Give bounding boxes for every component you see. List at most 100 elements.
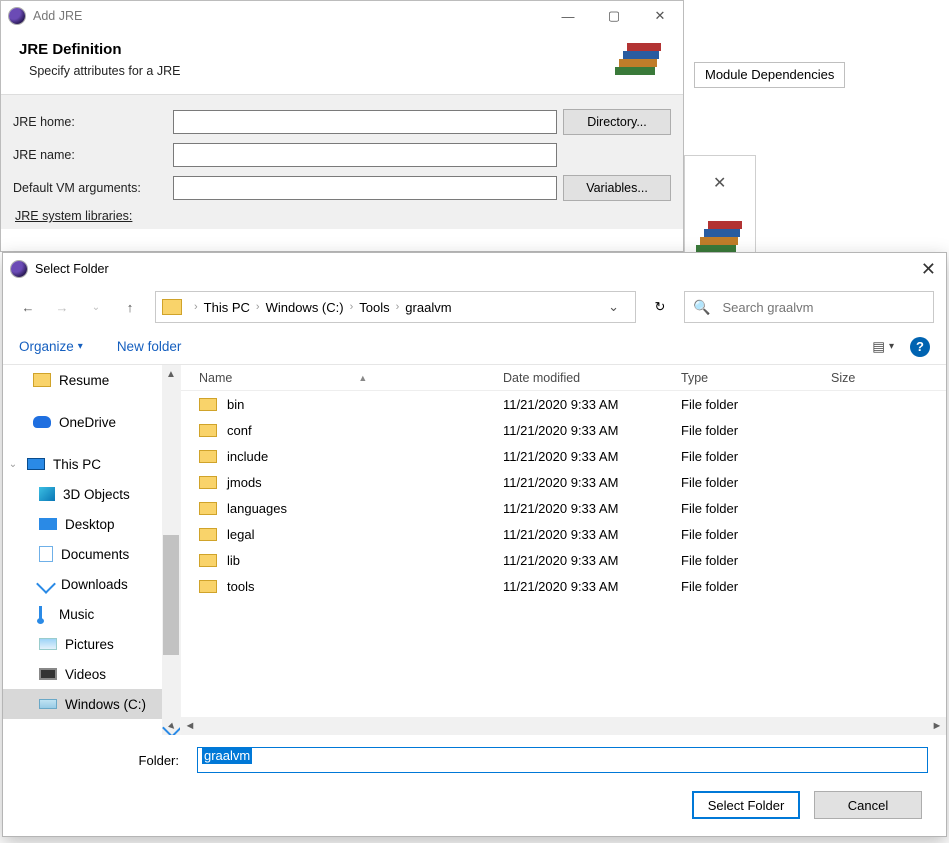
folder-icon	[199, 528, 217, 541]
scroll-right-button[interactable]: ►	[928, 720, 946, 732]
folder-name-value: graalvm	[202, 747, 252, 764]
books-icon	[609, 37, 669, 84]
sort-asc-icon: ▲	[358, 373, 367, 383]
select-folder-button[interactable]: Select Folder	[692, 791, 800, 819]
variables-button[interactable]: Variables...	[563, 175, 671, 201]
file-name: lib	[227, 553, 240, 568]
folder-icon	[199, 580, 217, 593]
file-name: conf	[227, 423, 252, 438]
tree-node-label: Windows (C:)	[65, 697, 146, 712]
refresh-button[interactable]: ↻	[644, 291, 676, 323]
tree-node[interactable]: ⌄ This PC	[3, 449, 180, 479]
maximize-button[interactable]: ▢	[591, 1, 637, 31]
horizontal-scrollbar[interactable]: ◄ ►	[181, 717, 946, 735]
directory-button[interactable]: Directory...	[563, 109, 671, 135]
recent-dropdown[interactable]: ⌄	[83, 294, 109, 320]
tree-node[interactable]: Downloads	[3, 569, 180, 599]
input-vm-args[interactable]	[173, 176, 557, 200]
titlebar[interactable]: Select Folder ✕	[3, 253, 946, 285]
file-row[interactable]: conf11/21/2020 9:33 AMFile folder	[181, 417, 946, 443]
column-headers[interactable]: Name ▲ Date modified Type Size	[181, 365, 946, 391]
input-jre-home[interactable]	[173, 110, 557, 134]
view-icon: ▤	[872, 339, 885, 355]
search-box[interactable]: 🔍	[684, 291, 934, 323]
crumb[interactable]: Tools	[359, 300, 389, 315]
folder-icon	[199, 502, 217, 515]
folder-name-input[interactable]: graalvm	[197, 747, 928, 773]
tree-node[interactable]: Pictures	[3, 629, 180, 659]
chevron-down-icon[interactable]: ⌄	[598, 299, 629, 315]
label-vm-args: Default VM arguments:	[13, 181, 173, 195]
close-button[interactable]: ✕	[921, 259, 936, 280]
down-icon	[36, 574, 56, 594]
help-button[interactable]: ?	[910, 337, 930, 357]
close-button[interactable]: ✕	[637, 1, 683, 31]
tree-node[interactable]: OneDrive	[3, 407, 180, 437]
banner-subtitle: Specify attributes for a JRE	[19, 64, 180, 78]
chevron-down-icon[interactable]: ⌄	[7, 459, 19, 470]
file-name: languages	[227, 501, 287, 516]
chevron-down-icon: ▾	[889, 341, 894, 352]
organize-menu[interactable]: Organize ▾	[19, 339, 83, 354]
banner: JRE Definition Specify attributes for a …	[1, 31, 683, 94]
col-name[interactable]: Name ▲	[181, 371, 497, 385]
file-row[interactable]: include11/21/2020 9:33 AMFile folder	[181, 443, 946, 469]
file-type: File folder	[675, 501, 825, 516]
crumb[interactable]: This PC	[204, 300, 250, 315]
file-type: File folder	[675, 475, 825, 490]
tree-node[interactable]: 3D Objects	[3, 479, 180, 509]
tree-node-label: This PC	[53, 457, 101, 472]
tree-node-label: 3D Objects	[63, 487, 130, 502]
tree-node[interactable]: Documents	[3, 539, 180, 569]
breadcrumb[interactable]: › This PC › Windows (C:) › Tools › graal…	[155, 291, 636, 323]
forward-button[interactable]: →	[49, 294, 75, 320]
file-type: File folder	[675, 397, 825, 412]
crumb[interactable]: Windows (C:)	[266, 300, 344, 315]
col-size[interactable]: Size	[825, 371, 885, 385]
desktop-icon	[39, 518, 57, 530]
file-date: 11/21/2020 9:33 AM	[497, 449, 675, 464]
file-row[interactable]: lib11/21/2020 9:33 AMFile folder	[181, 547, 946, 573]
up-button[interactable]: ↑	[117, 294, 143, 320]
close-icon[interactable]: ✕	[713, 173, 729, 189]
file-name: include	[227, 449, 268, 464]
scroll-up-button[interactable]: ▲	[163, 365, 179, 383]
file-row[interactable]: legal11/21/2020 9:33 AMFile folder	[181, 521, 946, 547]
view-options-button[interactable]: ▤ ▾	[872, 339, 894, 355]
file-type: File folder	[675, 527, 825, 542]
tree-node[interactable]: Music	[3, 599, 180, 629]
search-input[interactable]	[720, 299, 925, 316]
file-row[interactable]: jmods11/21/2020 9:33 AMFile folder	[181, 469, 946, 495]
tab-module-dependencies[interactable]: Module Dependencies	[694, 62, 845, 88]
titlebar[interactable]: Add JRE — ▢ ✕	[1, 1, 683, 31]
new-folder-button[interactable]: New folder	[117, 339, 182, 354]
tree-node-label: Resume	[59, 373, 109, 388]
cube-icon	[39, 487, 55, 501]
input-jre-name[interactable]	[173, 143, 557, 167]
scroll-left-button[interactable]: ◄	[181, 720, 199, 732]
nav-tree[interactable]: ▲ ▼ ResumeOneDrive⌄This PC3D ObjectsDesk…	[3, 365, 181, 735]
file-row[interactable]: tools11/21/2020 9:33 AMFile folder	[181, 573, 946, 599]
minimize-button[interactable]: —	[545, 1, 591, 31]
toolbar: Organize ▾ New folder ▤ ▾ ?	[3, 329, 946, 365]
file-type: File folder	[675, 553, 825, 568]
back-button[interactable]: ←	[15, 294, 41, 320]
file-row[interactable]: bin11/21/2020 9:33 AMFile folder	[181, 391, 946, 417]
scrollbar-thumb[interactable]	[163, 535, 179, 655]
folder-field-label: Folder:	[21, 753, 187, 768]
cancel-button[interactable]: Cancel	[814, 791, 922, 819]
crumb[interactable]: graalvm	[405, 300, 451, 315]
organize-label: Organize	[19, 339, 74, 354]
tree-node[interactable]: Resume	[3, 365, 180, 395]
folder-icon	[199, 398, 217, 411]
label-jre-name: JRE name:	[13, 148, 173, 162]
tree-node-label: Videos	[65, 667, 106, 682]
col-date[interactable]: Date modified	[497, 371, 675, 385]
tree-node[interactable]: Videos	[3, 659, 180, 689]
col-type[interactable]: Type	[675, 371, 825, 385]
tree-node[interactable]: Windows (C:)	[3, 689, 180, 719]
chevron-right-icon: ›	[390, 301, 406, 313]
tree-node-label: Documents	[61, 547, 129, 562]
file-row[interactable]: languages11/21/2020 9:33 AMFile folder	[181, 495, 946, 521]
tree-node[interactable]: Desktop	[3, 509, 180, 539]
